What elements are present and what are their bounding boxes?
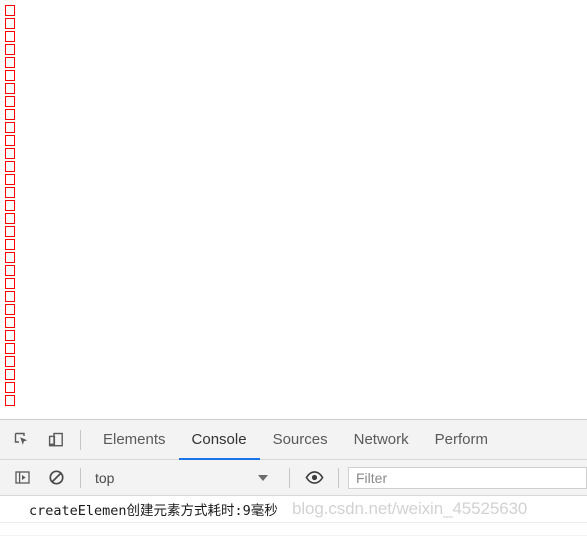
- console-toolbar: top Filter: [0, 460, 587, 496]
- tab-sources[interactable]: Sources: [260, 420, 341, 460]
- created-element-box: [5, 265, 15, 276]
- console-sidebar-toggle-icon[interactable]: [7, 464, 37, 492]
- created-element-box: [5, 226, 15, 237]
- clear-console-icon[interactable]: [41, 464, 71, 492]
- created-element-box: [5, 278, 15, 289]
- created-element-box: [5, 109, 15, 120]
- created-element-box: [5, 96, 15, 107]
- inspect-element-icon[interactable]: [7, 426, 37, 454]
- created-element-box: [5, 382, 15, 393]
- created-element-box: [5, 70, 15, 81]
- created-element-box: [5, 395, 15, 406]
- created-element-box: [5, 356, 15, 367]
- tab-console[interactable]: Console: [178, 420, 260, 460]
- created-element-box: [5, 291, 15, 302]
- created-element-box: [5, 5, 15, 16]
- created-element-box: [5, 57, 15, 68]
- created-element-box: [5, 304, 15, 315]
- created-element-box: [5, 44, 15, 55]
- console-sidebar-toggle-icon-glyph: [14, 471, 30, 484]
- csdn-watermark: blog.csdn.net/weixin_45525630: [292, 499, 528, 518]
- clear-console-icon-glyph: [48, 470, 64, 485]
- console-message-row[interactable]: createElemen创建元素方式耗时:9毫秒 blog.csdn.net/w…: [0, 496, 587, 523]
- created-element-box: [5, 343, 15, 354]
- created-element-box: [5, 174, 15, 185]
- tab-network[interactable]: Network: [341, 420, 422, 460]
- created-element-box: [5, 200, 15, 211]
- live-expression-eye-icon[interactable]: [299, 464, 329, 492]
- page-viewport: [0, 0, 587, 419]
- created-element-box: [5, 317, 15, 328]
- inspect-element-icon-glyph: [14, 432, 28, 445]
- console-toolbar-divider-3: [338, 467, 339, 488]
- devtools-tabbar: Elements Console Sources Network Perform: [0, 420, 587, 460]
- created-element-box: [5, 369, 15, 380]
- live-expression-eye-icon-glyph: [304, 471, 324, 484]
- created-element-box: [5, 239, 15, 250]
- console-output-area: createElemen创建元素方式耗时:9毫秒 blog.csdn.net/w…: [0, 496, 587, 535]
- console-context-selector[interactable]: top: [90, 465, 280, 491]
- created-element-box: [5, 31, 15, 42]
- console-context-value: top: [95, 469, 115, 486]
- console-filter-input[interactable]: Filter: [348, 466, 587, 489]
- tab-elements[interactable]: Elements: [90, 420, 179, 460]
- created-element-box: [5, 135, 15, 146]
- device-toolbar-icon-glyph: [48, 432, 63, 446]
- created-element-box: [5, 161, 15, 172]
- console-toolbar-divider-1: [80, 467, 81, 488]
- created-element-box: [5, 148, 15, 159]
- created-element-box: [5, 252, 15, 263]
- console-message-text: createElemen创建元素方式耗时:9毫秒: [29, 503, 278, 519]
- devtools-panel: Elements Console Sources Network Perform…: [0, 419, 587, 536]
- created-element-box: [5, 187, 15, 198]
- created-element-boxes-column: [5, 5, 15, 408]
- device-toolbar-icon[interactable]: [41, 426, 71, 454]
- console-toolbar-divider-2: [289, 467, 290, 488]
- toolbar-divider: [80, 429, 81, 450]
- tab-performance[interactable]: Perform: [422, 420, 501, 460]
- created-element-box: [5, 18, 15, 29]
- created-element-box: [5, 213, 15, 224]
- chevron-down-icon: [258, 474, 268, 481]
- created-element-box: [5, 330, 15, 341]
- created-element-box: [5, 122, 15, 133]
- created-element-box: [5, 83, 15, 94]
